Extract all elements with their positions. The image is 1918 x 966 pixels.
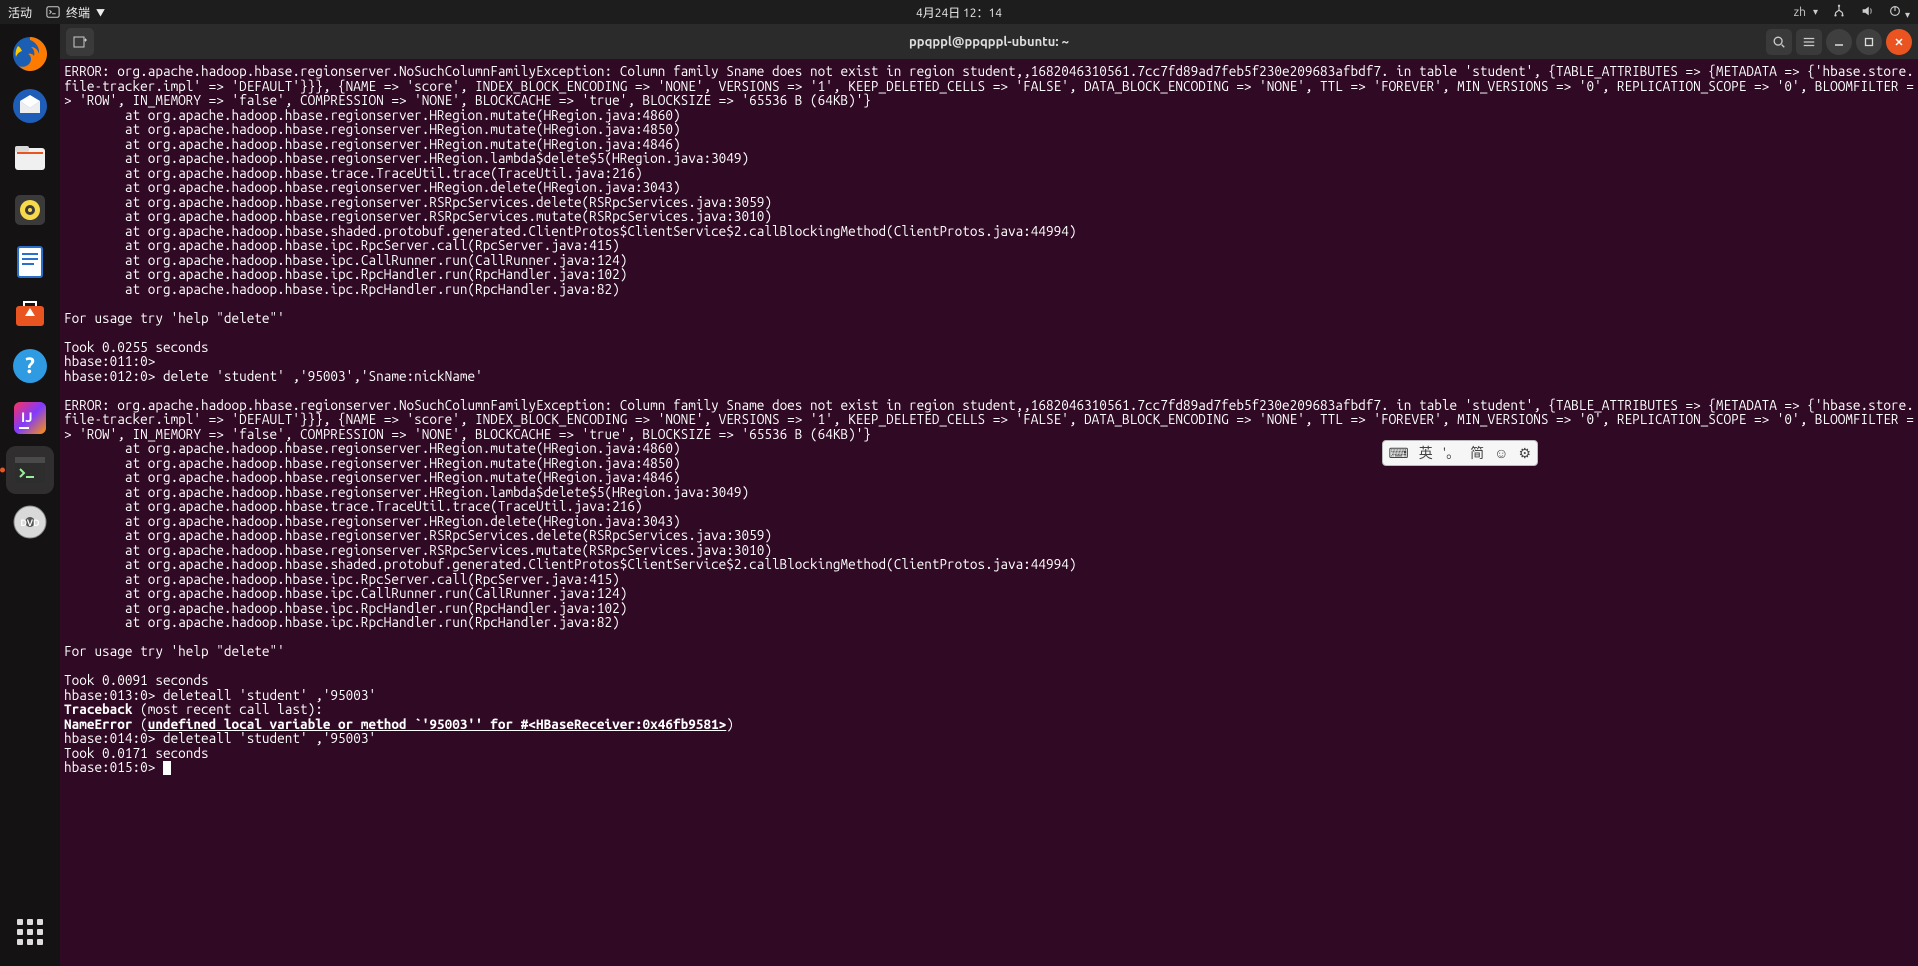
input-source[interactable]: zh xyxy=(1794,6,1818,19)
network-icon[interactable] xyxy=(1832,4,1846,21)
dock-terminal[interactable] xyxy=(6,446,54,494)
menu-button[interactable] xyxy=(1796,29,1822,55)
dock-disc[interactable]: DVD xyxy=(6,498,54,546)
terminal-icon xyxy=(46,5,60,19)
dock: ? IJ DVD xyxy=(0,24,60,966)
dock-files[interactable] xyxy=(6,134,54,182)
power-icon[interactable] xyxy=(1888,4,1910,21)
top-bar: 活动 终端 ▼ 4月24日 12：14 zh xyxy=(0,0,1918,24)
show-applications[interactable] xyxy=(6,908,54,956)
search-button[interactable] xyxy=(1766,29,1792,55)
search-icon xyxy=(1772,35,1786,49)
svg-text:?: ? xyxy=(25,353,35,378)
ime-lang2[interactable]: 简 xyxy=(1470,443,1484,463)
ime-emoji-icon[interactable]: ☺ xyxy=(1494,445,1508,461)
window-title: ppqppl@ppqppl-ubuntu: ~ xyxy=(909,35,1069,49)
clock[interactable]: 4月24日 12：14 xyxy=(916,4,1002,21)
dock-software[interactable] xyxy=(6,290,54,338)
app-menu-label: 终端 xyxy=(66,4,90,21)
hamburger-icon xyxy=(1802,35,1816,49)
new-tab-button[interactable] xyxy=(66,28,94,56)
ime-toolbar[interactable]: ⌨ 英 '。 简 ☺ ⚙ xyxy=(1382,440,1538,466)
dock-rhythmbox[interactable] xyxy=(6,186,54,234)
activities-button[interactable]: 活动 xyxy=(8,4,32,21)
dock-help[interactable]: ? xyxy=(6,342,54,390)
cursor xyxy=(163,761,171,775)
svg-text:DVD: DVD xyxy=(20,518,40,528)
maximize-icon xyxy=(1864,37,1874,47)
terminal-output[interactable]: ERROR: org.apache.hadoop.hbase.regionser… xyxy=(60,60,1918,966)
terminal-window: ppqppl@ppqppl-ubuntu: ~ ERROR: org.apach… xyxy=(60,24,1918,966)
app-menu[interactable]: 终端 ▼ xyxy=(46,4,105,21)
ime-gear-icon[interactable]: ⚙ xyxy=(1518,445,1531,462)
titlebar: ppqppl@ppqppl-ubuntu: ~ xyxy=(60,24,1918,60)
close-icon xyxy=(1894,37,1904,47)
dock-thunderbird[interactable] xyxy=(6,82,54,130)
maximize-button[interactable] xyxy=(1856,29,1882,55)
ime-lang1[interactable]: 英 xyxy=(1419,443,1433,463)
new-tab-icon xyxy=(72,34,88,50)
dock-writer[interactable] xyxy=(6,238,54,286)
svg-text:IJ: IJ xyxy=(21,409,33,425)
ime-keyboard-icon: ⌨ xyxy=(1389,445,1409,462)
minimize-button[interactable] xyxy=(1826,29,1852,55)
volume-icon[interactable] xyxy=(1860,4,1874,21)
dock-firefox[interactable] xyxy=(6,30,54,78)
close-button[interactable] xyxy=(1886,29,1912,55)
minimize-icon xyxy=(1834,37,1844,47)
chevron-down-icon: ▼ xyxy=(96,6,105,19)
dock-intellij[interactable]: IJ xyxy=(6,394,54,442)
ime-punct[interactable]: '。 xyxy=(1443,443,1460,463)
